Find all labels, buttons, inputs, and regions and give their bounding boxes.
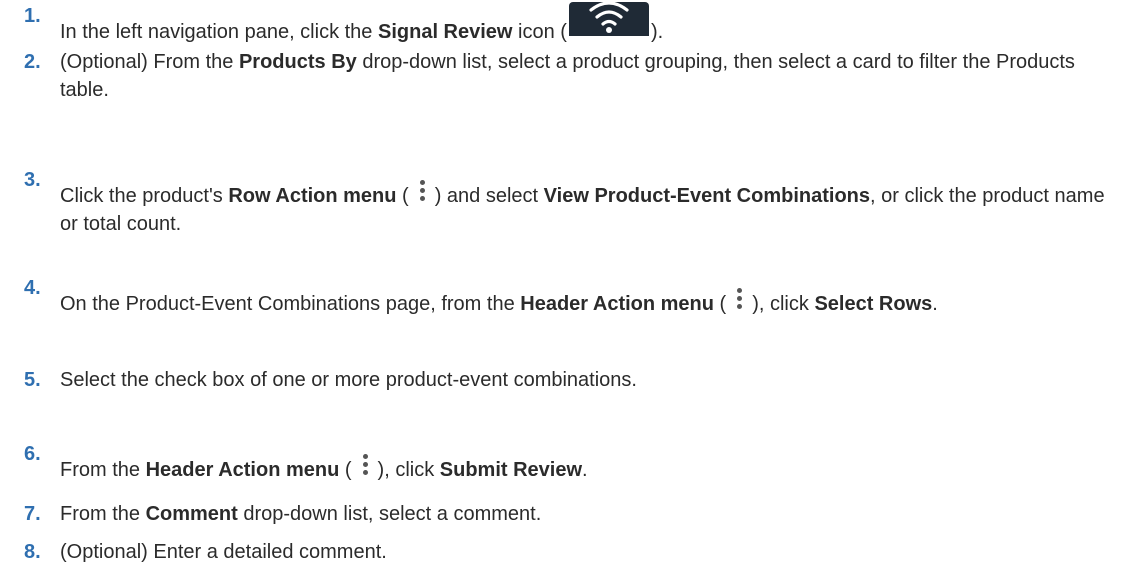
step-6: 6. From the Header Action menu ( ), click… [0,440,1110,484]
kebab-menu-icon [411,166,433,210]
text-segment: In the left navigation pane, click the [60,21,378,43]
text-segment: drop-down list, select a comment. [237,503,542,525]
text-segment: ( [339,459,352,481]
text-segment: ), click [752,293,815,315]
step-number: 4. [24,277,41,299]
step-text: (Optional) From the Products By drop-dow… [60,48,1110,104]
text-segment: ). [650,21,664,43]
step-number: 3. [24,169,41,191]
text-segment: From the [60,459,146,481]
text-segment: ( [714,293,727,315]
step-number: 8. [24,541,41,563]
text-segment: . [582,459,588,481]
text-segment: Click the product's [60,185,229,207]
text-segment: ), click [377,459,440,481]
step-8: 8. (Optional) Enter a detailed comment. [0,538,1110,566]
step-5: 5. Select the check box of one or more p… [0,366,1110,394]
step-text: Click the product's Row Action menu ( ) a… [60,166,1110,238]
wifi-signal-icon [568,2,649,36]
ui-term-header-action-menu: Header Action menu [520,293,714,315]
ui-term-products-by: Products By [238,51,357,73]
step-text: In the left navigation pane, click the S… [60,2,1110,46]
kebab-menu-icon [728,274,750,318]
text-segment: ( [396,185,409,207]
ui-term-row-action-menu: Row Action menu [228,185,397,207]
text-segment: On the Product-Event Combinations page, … [60,293,521,315]
ui-term-view-product-event-combinations: View Product-Event Combinations [543,185,871,207]
ui-term-select-rows: Select Rows [814,293,933,315]
procedure-steps: 1. In the left navigation pane, click th… [0,0,1123,576]
step-4: 4. On the Product-Event Combinations pag… [0,274,1110,318]
text-segment: (Optional) From the [60,51,239,73]
step-7: 7. From the Comment drop-down list, sele… [0,500,1110,528]
kebab-menu-icon [354,440,376,484]
text-segment: . [932,293,938,315]
step-number: 5. [24,369,41,391]
step-1: 1. In the left navigation pane, click th… [0,2,1110,46]
step-text: From the Header Action menu ( ), click Su… [60,440,1110,484]
text-segment: Select the check box of one or more prod… [60,369,637,391]
step-2: 2. (Optional) From the Products By drop-… [0,48,1110,104]
ui-term-signal-review: Signal Review [377,21,513,43]
text-segment: ) and select [434,185,544,207]
ui-term-comment: Comment [145,503,238,525]
step-3: 3. Click the product's Row Action menu (… [0,166,1110,238]
ui-term-submit-review: Submit Review [439,459,583,481]
step-number: 6. [24,443,41,465]
text-segment: (Optional) Enter a detailed comment. [60,541,387,563]
ui-term-header-action-menu: Header Action menu [145,459,340,481]
step-number: 2. [24,51,41,73]
step-number: 7. [24,503,41,525]
step-text: From the Comment drop-down list, select … [60,500,1110,528]
step-text: Select the check box of one or more prod… [60,366,1110,394]
text-segment: From the [60,503,146,525]
step-text: (Optional) Enter a detailed comment. [60,538,1110,566]
step-text: On the Product-Event Combinations page, … [60,274,1110,318]
text-segment: icon ( [512,21,567,43]
step-number: 1. [24,5,41,27]
